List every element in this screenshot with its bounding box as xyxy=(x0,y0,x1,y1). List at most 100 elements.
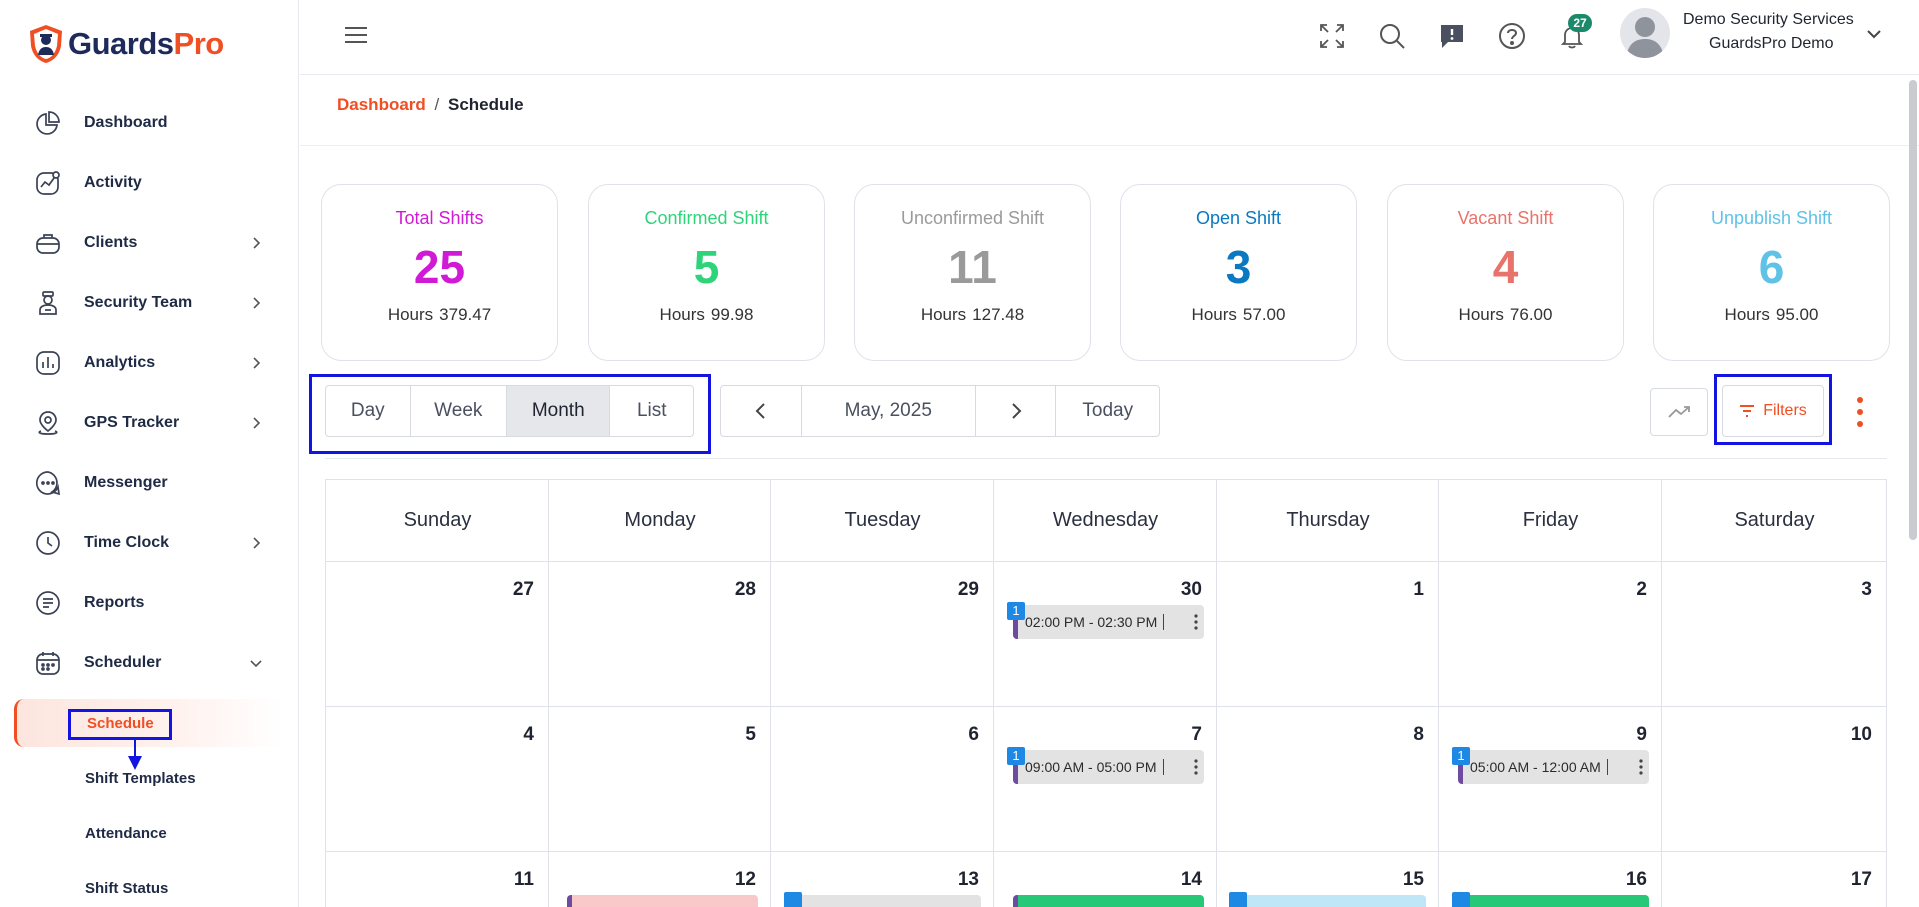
help-icon[interactable] xyxy=(1498,22,1526,50)
day-number[interactable]: 5 xyxy=(696,724,756,746)
day-number[interactable]: 15 xyxy=(1364,869,1424,891)
day-number[interactable]: 29 xyxy=(919,579,979,601)
shift-event[interactable]: 02:00 PM - 02:30 PM xyxy=(1013,605,1204,639)
sidebar-item-time-clock[interactable]: Time Clock xyxy=(34,523,264,563)
shift-event[interactable] xyxy=(1235,895,1426,907)
sidebar-subitem-shift-status[interactable]: Shift Status xyxy=(85,880,168,897)
filters-button[interactable]: Filters xyxy=(1722,385,1824,437)
stat-card-total-shifts[interactable]: Total Shifts 25 Hours 379.47 xyxy=(321,184,558,361)
stat-card-open-shift[interactable]: Open Shift 3 Hours 57.00 xyxy=(1120,184,1357,361)
day-number[interactable]: 2 xyxy=(1587,579,1647,601)
stat-card-unpublish-shift[interactable]: Unpublish Shift 6 Hours 95.00 xyxy=(1653,184,1890,361)
day-number[interactable]: 3 xyxy=(1812,579,1872,601)
more-vertical-icon[interactable] xyxy=(1639,759,1643,775)
day-number[interactable]: 17 xyxy=(1812,869,1872,891)
sidebar-item-scheduler[interactable]: Scheduler xyxy=(34,643,264,683)
stat-title: Total Shifts xyxy=(395,208,484,228)
bar-chart-icon xyxy=(34,349,62,377)
day-number[interactable]: 27 xyxy=(474,579,534,601)
stat-card-unconfirmed-shift[interactable]: Unconfirmed Shift 11 Hours 127.48 xyxy=(854,184,1091,361)
day-number[interactable]: 6 xyxy=(919,724,979,746)
day-number[interactable]: 1 xyxy=(1364,579,1424,601)
day-number[interactable]: 16 xyxy=(1587,869,1647,891)
month-calendar: Sunday Monday Tuesday Wednesday Thursday… xyxy=(325,479,1887,907)
breadcrumb-current: Schedule xyxy=(448,95,524,114)
shift-event[interactable] xyxy=(1013,895,1204,907)
location-pin-icon xyxy=(34,409,62,437)
shift-event[interactable]: 09:00 AM - 05:00 PM xyxy=(1013,750,1204,784)
day-number[interactable]: 8 xyxy=(1364,724,1424,746)
shift-event[interactable]: 05:00 AM - 12:00 AM xyxy=(1458,750,1649,784)
stat-value: 11 xyxy=(948,241,997,293)
briefcase-icon xyxy=(34,229,62,257)
weekday-header: Thursday xyxy=(1286,509,1370,531)
event-count-badge xyxy=(1452,892,1470,907)
day-number[interactable]: 11 xyxy=(474,869,534,891)
next-button[interactable] xyxy=(976,386,1057,436)
breadcrumb-dashboard-link[interactable]: Dashboard xyxy=(337,95,426,114)
stat-value: 5 xyxy=(693,241,720,293)
view-day-button[interactable]: Day xyxy=(326,386,411,436)
guard-shield-icon xyxy=(30,25,62,63)
sidebar-item-label: Time Clock xyxy=(84,534,170,551)
day-number[interactable]: 10 xyxy=(1812,724,1872,746)
day-number[interactable]: 14 xyxy=(1142,869,1202,891)
activity-chart-icon xyxy=(34,169,62,197)
more-vertical-icon[interactable] xyxy=(1855,396,1865,428)
prev-button[interactable] xyxy=(721,386,802,436)
event-count-badge: 1 xyxy=(1452,747,1470,765)
shift-event[interactable] xyxy=(790,895,981,907)
sidebar-item-activity[interactable]: Activity xyxy=(34,163,264,203)
sidebar-item-reports[interactable]: Reports xyxy=(34,583,264,623)
chevron-right-icon xyxy=(253,237,261,249)
avatar[interactable] xyxy=(1620,8,1670,58)
view-list-button[interactable]: List xyxy=(610,386,693,436)
hamburger-menu-icon[interactable] xyxy=(344,24,368,46)
divider xyxy=(325,458,1887,459)
stat-hours: Hours 95.00 xyxy=(1724,305,1819,324)
sidebar-item-clients[interactable]: Clients xyxy=(34,223,264,263)
stat-card-vacant-shift[interactable]: Vacant Shift 4 Hours 76.00 xyxy=(1387,184,1624,361)
sidebar-subitem-attendance[interactable]: Attendance xyxy=(85,825,167,842)
day-number[interactable]: 28 xyxy=(696,579,756,601)
period-navigator: May, 2025 Today xyxy=(720,385,1160,437)
user-name[interactable]: Demo Security Services xyxy=(1683,11,1854,29)
day-number[interactable]: 9 xyxy=(1587,724,1647,746)
clock-icon xyxy=(34,529,62,557)
view-month-button[interactable]: Month xyxy=(507,386,611,436)
stat-value: 6 xyxy=(1758,241,1785,293)
shift-event[interactable] xyxy=(1458,895,1649,907)
stat-card-confirmed-shift[interactable]: Confirmed Shift 5 Hours 99.98 xyxy=(588,184,825,361)
day-number[interactable]: 7 xyxy=(1142,724,1202,746)
divider xyxy=(326,706,1887,707)
day-number[interactable]: 13 xyxy=(919,869,979,891)
today-button[interactable]: Today xyxy=(1056,386,1159,436)
shift-event[interactable] xyxy=(567,895,758,907)
chevron-right-icon xyxy=(1011,403,1022,419)
day-number[interactable]: 12 xyxy=(696,869,756,891)
topbar xyxy=(300,0,1919,75)
sidebar-item-dashboard[interactable]: Dashboard xyxy=(34,103,264,143)
day-number[interactable]: 4 xyxy=(474,724,534,746)
user-org[interactable]: GuardsPro Demo xyxy=(1709,35,1834,53)
more-vertical-icon[interactable] xyxy=(1194,614,1198,630)
sidebar-item-messenger[interactable]: Messenger xyxy=(34,463,264,503)
sidebar-subitem-shift-templates[interactable]: Shift Templates xyxy=(85,770,196,787)
scrollbar[interactable] xyxy=(1909,80,1917,540)
trend-line-icon xyxy=(1668,406,1690,418)
sidebar-item-analytics[interactable]: Analytics xyxy=(34,343,264,383)
more-vertical-icon[interactable] xyxy=(1194,759,1198,775)
brand-logo[interactable]: GuardsPro xyxy=(28,24,224,64)
stat-hours: Hours 99.98 xyxy=(659,305,754,324)
view-switcher: Day Week Month List xyxy=(325,385,694,437)
chevron-down-icon[interactable] xyxy=(1866,28,1882,40)
divider xyxy=(300,145,1919,146)
search-icon[interactable] xyxy=(1378,22,1406,50)
view-week-button[interactable]: Week xyxy=(411,386,508,436)
fullscreen-icon[interactable] xyxy=(1318,22,1346,50)
sidebar-item-security-team[interactable]: Security Team xyxy=(34,283,264,323)
trend-button[interactable] xyxy=(1650,388,1708,436)
feedback-icon[interactable] xyxy=(1438,22,1466,50)
day-number[interactable]: 30 xyxy=(1142,579,1202,601)
sidebar-item-gps-tracker[interactable]: GPS Tracker xyxy=(34,403,264,443)
